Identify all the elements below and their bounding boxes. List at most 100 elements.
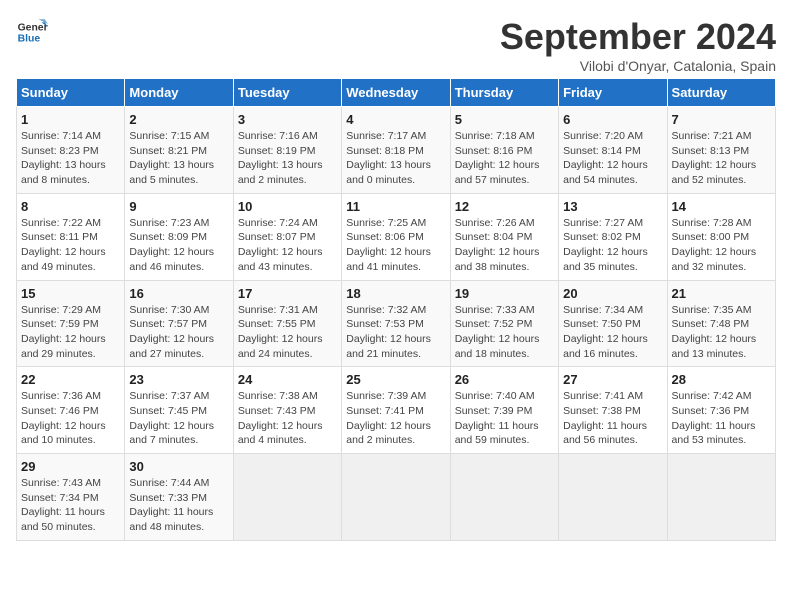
day-info: Sunrise: 7:27 AMSunset: 8:02 PMDaylight:… [563, 216, 662, 275]
daylight-text: Daylight: 12 hours and 2 minutes. [346, 420, 431, 447]
sunset-text: Sunset: 7:52 PM [455, 318, 533, 330]
calendar-week-row: 29Sunrise: 7:43 AMSunset: 7:34 PMDayligh… [17, 454, 776, 541]
table-row: 30Sunrise: 7:44 AMSunset: 7:33 PMDayligh… [125, 454, 233, 541]
day-number: 23 [129, 372, 228, 387]
sunrise-text: Sunrise: 7:24 AM [238, 217, 318, 229]
header-wednesday: Wednesday [342, 79, 450, 107]
daylight-text: Daylight: 12 hours and 38 minutes. [455, 246, 540, 273]
sunset-text: Sunset: 7:46 PM [21, 405, 99, 417]
day-number: 14 [672, 199, 771, 214]
table-row: 4Sunrise: 7:17 AMSunset: 8:18 PMDaylight… [342, 107, 450, 194]
sunrise-text: Sunrise: 7:43 AM [21, 477, 101, 489]
day-number: 3 [238, 112, 337, 127]
sunset-text: Sunset: 7:39 PM [455, 405, 533, 417]
day-number: 9 [129, 199, 228, 214]
table-row: 11Sunrise: 7:25 AMSunset: 8:06 PMDayligh… [342, 193, 450, 280]
sunrise-text: Sunrise: 7:35 AM [672, 304, 752, 316]
header-tuesday: Tuesday [233, 79, 341, 107]
sunset-text: Sunset: 7:57 PM [129, 318, 207, 330]
svg-text:General: General [18, 22, 48, 33]
table-row: 22 Sunrise: 7:36 AMSunset: 7:46 PMDayligh… [17, 367, 125, 454]
day-info: Sunrise: 7:43 AMSunset: 7:34 PMDaylight:… [21, 476, 120, 535]
sunset-text: Sunset: 7:50 PM [563, 318, 641, 330]
day-number: 1 [21, 112, 120, 127]
calendar-header-row: Sunday Monday Tuesday Wednesday Thursday… [17, 79, 776, 107]
daylight-text: Daylight: 12 hours and 43 minutes. [238, 246, 323, 273]
sunset-text: Sunset: 8:09 PM [129, 231, 207, 243]
day-info: Sunrise: 7:39 AMSunset: 7:41 PMDaylight:… [346, 389, 445, 448]
daylight-text: Daylight: 13 hours and 5 minutes. [129, 159, 214, 186]
daylight-text: Daylight: 12 hours and 41 minutes. [346, 246, 431, 273]
daylight-text: Daylight: 11 hours and 53 minutes. [672, 420, 756, 447]
sunset-text: Sunset: 7:53 PM [346, 318, 424, 330]
day-number: 21 [672, 286, 771, 301]
sunset-text: Sunset: 8:04 PM [455, 231, 533, 243]
sunrise-text: Sunrise: 7:40 AM [455, 390, 535, 402]
day-info: Sunrise: 7:36 AMSunset: 7:46 PMDaylight:… [21, 389, 120, 448]
sunrise-text: Sunrise: 7:25 AM [346, 217, 426, 229]
day-number: 28 [672, 372, 771, 387]
header-friday: Friday [559, 79, 667, 107]
sunset-text: Sunset: 8:19 PM [238, 145, 316, 157]
sunrise-text: Sunrise: 7:16 AM [238, 130, 318, 142]
daylight-text: Daylight: 12 hours and 10 minutes. [21, 420, 106, 447]
day-info: Sunrise: 7:15 AMSunset: 8:21 PMDaylight:… [129, 129, 228, 188]
sunset-text: Sunset: 8:00 PM [672, 231, 750, 243]
calendar-week-row: 22 Sunrise: 7:36 AMSunset: 7:46 PMDayligh… [17, 367, 776, 454]
day-number: 8 [21, 199, 120, 214]
location-subtitle: Vilobi d'Onyar, Catalonia, Spain [500, 58, 776, 74]
day-number: 22 [21, 372, 120, 387]
day-number: 12 [455, 199, 554, 214]
day-number: 27 [563, 372, 662, 387]
day-number: 24 [238, 372, 337, 387]
header-sunday: Sunday [17, 79, 125, 107]
sunrise-text: Sunrise: 7:38 AM [238, 390, 318, 402]
day-info: Sunrise: 7:22 AMSunset: 8:11 PMDaylight:… [21, 216, 120, 275]
daylight-text: Daylight: 12 hours and 13 minutes. [672, 333, 757, 360]
day-number: 18 [346, 286, 445, 301]
sunset-text: Sunset: 7:45 PM [129, 405, 207, 417]
day-number: 20 [563, 286, 662, 301]
daylight-text: Daylight: 12 hours and 46 minutes. [129, 246, 214, 273]
table-row: 18Sunrise: 7:32 AMSunset: 7:53 PMDayligh… [342, 280, 450, 367]
sunrise-text: Sunrise: 7:32 AM [346, 304, 426, 316]
sunset-text: Sunset: 7:41 PM [346, 405, 424, 417]
table-row: 26Sunrise: 7:40 AMSunset: 7:39 PMDayligh… [450, 367, 558, 454]
daylight-text: Daylight: 12 hours and 24 minutes. [238, 333, 323, 360]
day-number: 7 [672, 112, 771, 127]
sunrise-text: Sunrise: 7:23 AM [129, 217, 209, 229]
svg-text:Blue: Blue [18, 34, 41, 45]
sunrise-text: Sunrise: 7:22 AM [21, 217, 101, 229]
table-row [233, 454, 341, 541]
table-row: 1Sunrise: 7:14 AMSunset: 8:23 PMDaylight… [17, 107, 125, 194]
table-row: 9 Sunrise: 7:23 AM Sunset: 8:09 PM Daylight… [125, 193, 233, 280]
sunrise-text: Sunrise: 7:17 AM [346, 130, 426, 142]
day-info: Sunrise: 7:20 AMSunset: 8:14 PMDaylight:… [563, 129, 662, 188]
table-row [450, 454, 558, 541]
table-row: 3 Sunrise: 7:16 AM Sunset: 8:19 PM Daylight… [233, 107, 341, 194]
sunrise-text: Sunrise: 7:20 AM [563, 130, 643, 142]
sunset-text: Sunset: 7:36 PM [672, 405, 750, 417]
sunset-text: Sunset: 8:07 PM [238, 231, 316, 243]
table-row: 28Sunrise: 7:42 AMSunset: 7:36 PMDayligh… [667, 367, 775, 454]
sunrise-text: Sunrise: 7:14 AM [21, 130, 101, 142]
page-header: General Blue September 2024 Vilobi d'Ony… [16, 16, 776, 74]
day-info: Sunrise: 7:29 AMSunset: 7:59 PMDaylight:… [21, 303, 120, 362]
sunrise-text: Sunrise: 7:41 AM [563, 390, 643, 402]
table-row: 16Sunrise: 7:30 AMSunset: 7:57 PMDayligh… [125, 280, 233, 367]
table-row: 25 Sunrise: 7:39 AMSunset: 7:41 PMDayligh… [342, 367, 450, 454]
day-number: 4 [346, 112, 445, 127]
table-row: 21Sunrise: 7:35 AMSunset: 7:48 PMDayligh… [667, 280, 775, 367]
daylight-text: Daylight: 12 hours and 54 minutes. [563, 159, 648, 186]
day-info: Sunrise: 7:21 AMSunset: 8:13 PMDaylight:… [672, 129, 771, 188]
sunrise-text: Sunrise: 7:21 AM [672, 130, 752, 142]
header-monday: Monday [125, 79, 233, 107]
day-number: 25 [346, 372, 445, 387]
day-info: Sunrise: 7:40 AMSunset: 7:39 PMDaylight:… [455, 389, 554, 448]
day-number: 10 [238, 199, 337, 214]
sunrise-text: Sunrise: 7:44 AM [129, 477, 209, 489]
header-saturday: Saturday [667, 79, 775, 107]
day-number: 2 [129, 112, 228, 127]
table-row: 19Sunrise: 7:33 AMSunset: 7:52 PMDayligh… [450, 280, 558, 367]
daylight-text: Daylight: 13 hours and 2 minutes. [238, 159, 323, 186]
